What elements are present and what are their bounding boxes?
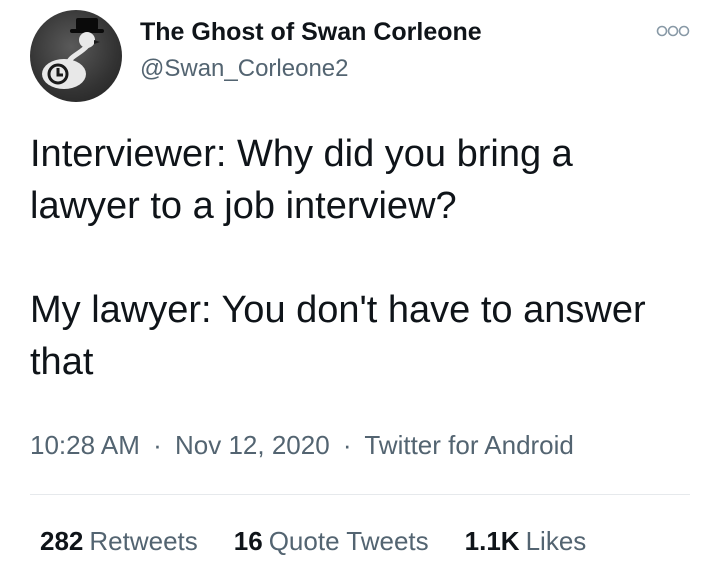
tweet-line-interviewer: Interviewer: Why did you bring a lawyer … (30, 133, 573, 227)
tweet-card: The Ghost of Swan Corleone @Swan_Corleon… (0, 0, 720, 583)
display-name[interactable]: The Ghost of Swan Corleone (140, 18, 482, 47)
tweet-time[interactable]: 10:28 AM (30, 430, 140, 460)
swan-avatar-icon (42, 18, 104, 89)
likes-count: 1.1K (464, 526, 520, 556)
likes-label: Likes (525, 526, 587, 556)
divider (30, 494, 690, 495)
tweet-date[interactable]: Nov 12, 2020 (175, 430, 330, 460)
likes-stat[interactable]: 1.1K Likes (465, 526, 587, 557)
retweets-label: Retweets (89, 526, 198, 556)
meta-separator: · (153, 430, 162, 460)
tweet-meta: 10:28 AM · Nov 12, 2020 · Twitter for An… (30, 430, 574, 461)
quote-tweets-stat[interactable]: 16 Quote Tweets (234, 526, 429, 557)
user-handle[interactable]: @Swan_Corleone2 (140, 55, 349, 83)
meta-separator: · (342, 430, 352, 460)
quote-tweets-label: Quote Tweets (268, 526, 429, 556)
avatar[interactable] (30, 10, 122, 102)
retweets-stat[interactable]: 282 Retweets (40, 526, 198, 557)
tweet-source[interactable]: Twitter for Android (364, 430, 574, 460)
tweet-text: Interviewer: Why did you bring a lawyer … (30, 128, 690, 388)
tweet-line-lawyer: My lawyer: You don't have to answer that (30, 289, 646, 383)
retweets-count: 282 (40, 526, 84, 556)
tweet-stats: 282 Retweets 16 Quote Tweets 1.1K Likes (40, 526, 586, 557)
quote-tweets-count: 16 (233, 526, 263, 556)
more-options-icon[interactable] (655, 24, 691, 38)
